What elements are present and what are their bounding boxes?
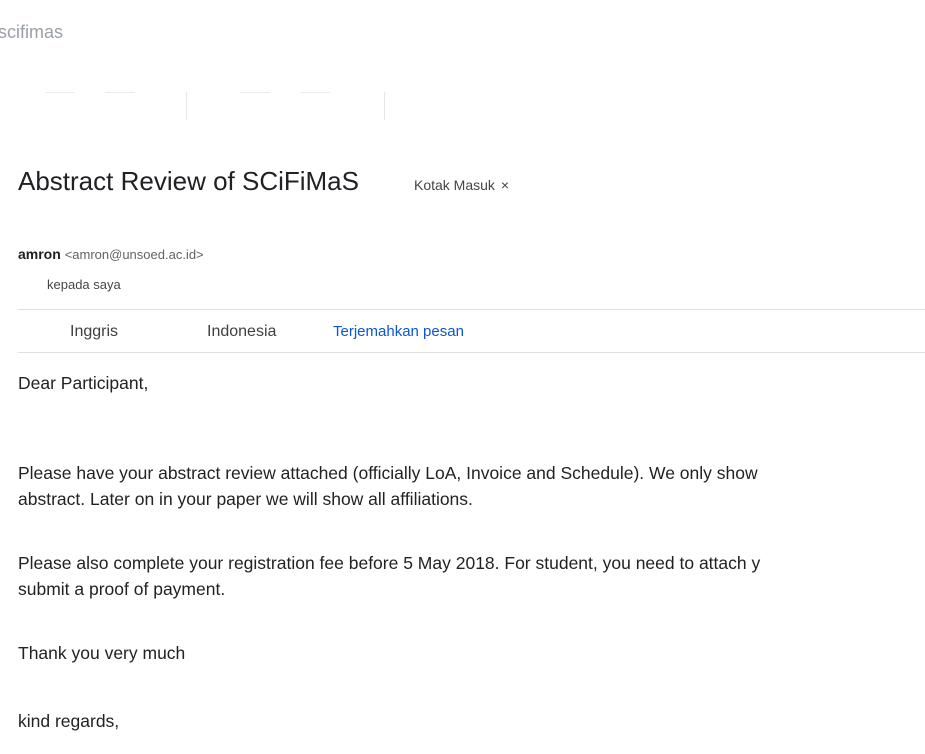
faint-tab[interactable]: [198, 92, 385, 120]
remove-label-icon[interactable]: ×: [501, 177, 509, 193]
body-line: abstract. Later on in your paper we will…: [18, 489, 473, 509]
body-line: submit a proof of payment.: [18, 579, 226, 599]
divider: [300, 92, 330, 93]
body-greeting: Dear Participant,: [18, 373, 149, 393]
divider: [240, 92, 270, 93]
source-language[interactable]: Inggris: [70, 323, 118, 341]
body-paragraph: Please also complete your registration f…: [18, 550, 760, 602]
email-subject: Abstract Review of SCiFiMaS: [18, 166, 359, 196]
translate-bar: Inggris Indonesia Terjemahkan pesan: [18, 309, 925, 353]
body-line: Please also complete your registration f…: [18, 553, 761, 573]
sender-line: amron <amron@unsoed.ac.id>: [18, 246, 204, 262]
body-thanks: Thank you very much: [18, 643, 186, 663]
translate-message-link[interactable]: Terjemahkan pesan: [333, 323, 464, 340]
target-language[interactable]: Indonesia: [207, 323, 276, 341]
sender-name[interactable]: amron: [18, 246, 61, 262]
divider: [45, 92, 75, 93]
sender-email: <amron@unsoed.ac.id>: [64, 247, 204, 262]
breadcrumb: scifimas: [0, 22, 64, 42]
divider: [105, 92, 135, 93]
faint-tab[interactable]: [0, 92, 187, 120]
inbox-label-chip[interactable]: Kotak Masuk ×: [414, 177, 509, 193]
subject-row: Abstract Review of SCiFiMaS Kotak Masuk …: [18, 166, 509, 197]
body-paragraph: Please have your abstract review attache…: [18, 460, 758, 512]
label-text: Kotak Masuk: [413, 177, 495, 193]
body-closing: kind regards,: [18, 711, 120, 731]
recipient-line[interactable]: kepada saya: [47, 277, 121, 292]
body-line: Please have your abstract review attache…: [18, 463, 758, 483]
faint-tab-bar: [0, 92, 386, 120]
